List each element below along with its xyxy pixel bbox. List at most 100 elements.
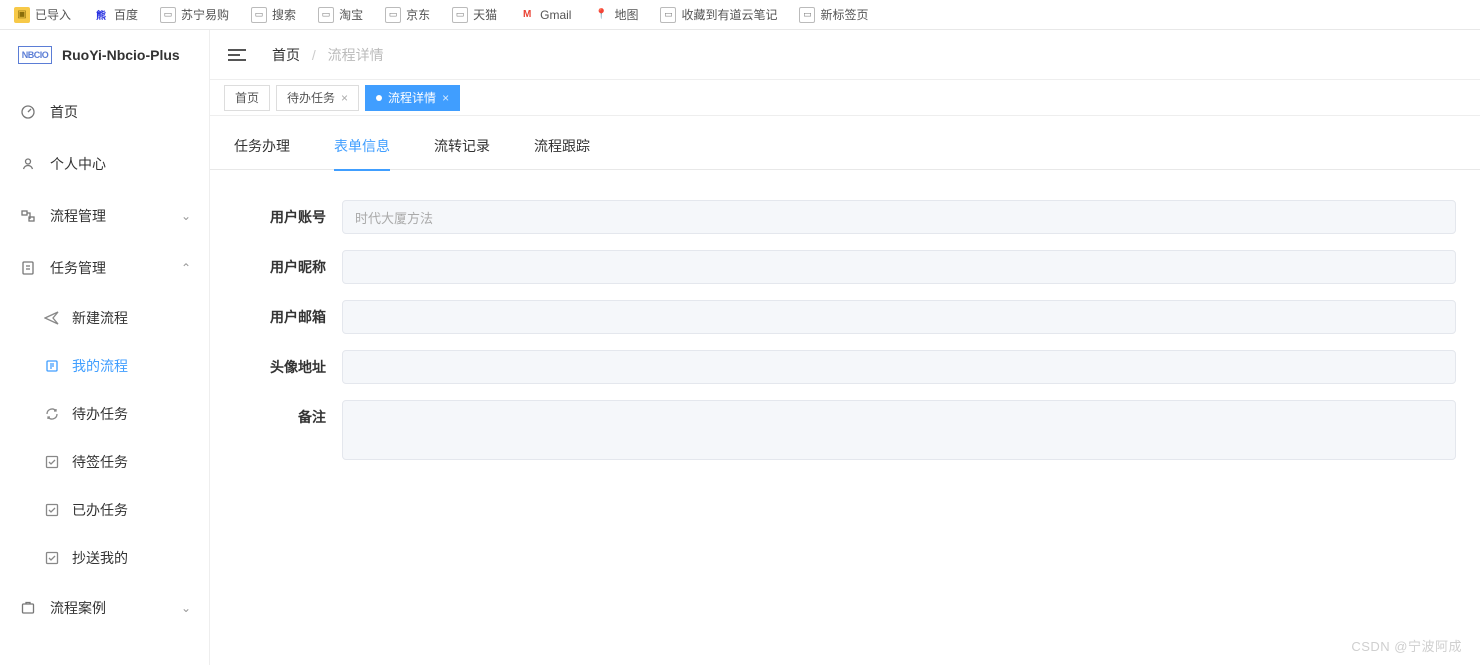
bookmark-label: 收藏到有道云笔记 <box>681 6 777 23</box>
bookmark-item[interactable]: ▭ 收藏到有道云笔记 <box>652 3 785 27</box>
active-dot-icon <box>376 95 382 101</box>
top-nav: 首页 / 流程详情 <box>210 30 1480 80</box>
sidebar-subitem-4[interactable]: 已办任务 <box>0 486 209 534</box>
bookmark-label: 苏宁易购 <box>181 6 229 23</box>
chevron-down-icon: ⌄ <box>181 209 191 223</box>
page-icon: ▭ <box>160 7 176 23</box>
bookmark-item[interactable]: M Gmail <box>511 3 579 27</box>
sidebar-item-label: 首页 <box>50 102 78 122</box>
view-tab-label: 待办任务 <box>287 89 335 106</box>
page-icon: ▭ <box>452 7 468 23</box>
bookmark-label: 天猫 <box>473 6 497 23</box>
page-icon: ▭ <box>799 7 815 23</box>
sidebar-item-0[interactable]: 首页 <box>0 86 209 138</box>
hamburger-icon[interactable] <box>228 45 248 65</box>
maps-icon: 📍 <box>593 7 609 23</box>
sidebar-menu: 首页个人中心流程管理 ⌄ 任务管理 ⌃ 新建流程我的流程待办任务待签任务已办任务抄送我的… <box>0 80 209 665</box>
bookmark-label: 京东 <box>406 6 430 23</box>
sidebar-subitem-3[interactable]: 待签任务 <box>0 438 209 486</box>
breadcrumb-current: 流程详情 <box>328 47 384 63</box>
dashboard-icon <box>20 104 36 120</box>
view-tab-0[interactable]: 首页 <box>224 85 270 111</box>
view-tab-2[interactable]: 流程详情 × <box>365 85 460 111</box>
form-label: 头像地址 <box>234 350 342 384</box>
breadcrumb: 首页 / 流程详情 <box>272 45 384 65</box>
bookmark-item[interactable]: ▭ 京东 <box>377 3 438 27</box>
form-label: 用户邮箱 <box>234 300 342 334</box>
form-row-3: 头像地址 <box>234 350 1456 384</box>
bookmark-item[interactable]: ▭ 新标签页 <box>791 3 876 27</box>
form-input-1[interactable] <box>342 250 1456 284</box>
sidebar-subitem-label: 待签任务 <box>72 452 128 472</box>
page-icon: ▭ <box>318 7 334 23</box>
close-icon[interactable]: × <box>341 91 348 105</box>
form-row-1: 用户昵称 <box>234 250 1456 284</box>
check-icon <box>44 502 60 518</box>
baidu-icon: 熊 <box>93 7 109 23</box>
bookmark-item[interactable]: ▭ 天猫 <box>444 3 505 27</box>
brand-logo-icon: NBCIO <box>18 46 52 64</box>
form-input-0[interactable] <box>342 200 1456 234</box>
bookmark-item[interactable]: 📍 地图 <box>585 3 646 27</box>
browser-bookmark-bar: ▣已导入熊百度▭苏宁易购▭搜索▭淘宝▭京东▭天猫MGmail📍地图▭收藏到有道云… <box>0 0 1480 30</box>
form-label: 备注 <box>234 400 342 434</box>
close-icon[interactable]: × <box>442 91 449 105</box>
sidebar-item-2[interactable]: 流程管理 ⌄ <box>0 190 209 242</box>
inner-tab-2[interactable]: 流转记录 <box>434 134 490 170</box>
bookmark-label: Gmail <box>540 8 571 22</box>
breadcrumb-separator: / <box>312 47 316 63</box>
sidebar-item-3[interactable]: 任务管理 ⌃ <box>0 242 209 294</box>
form-row-0: 用户账号 <box>234 200 1456 234</box>
bookmark-item[interactable]: 熊百度 <box>85 3 146 27</box>
sidebar-item-4[interactable]: 流程案例 ⌄ <box>0 582 209 634</box>
bookmark-label: 地图 <box>614 6 638 23</box>
view-tabs-bar: 首页 待办任务 × 流程详情 × <box>210 80 1480 116</box>
bookmark-label: 新标签页 <box>820 6 868 23</box>
sidebar-subitem-1[interactable]: 我的流程 <box>0 342 209 390</box>
sidebar-item-label: 流程管理 <box>50 206 106 226</box>
send-icon <box>44 310 60 326</box>
main: 首页 / 流程详情 首页待办任务×流程详情× 任务办理表单信息流转记录流程跟踪 … <box>210 30 1480 665</box>
inner-tab-0[interactable]: 任务办理 <box>234 134 290 170</box>
chevron-up-icon: ⌃ <box>181 261 191 275</box>
sidebar-subitem-5[interactable]: 抄送我的 <box>0 534 209 582</box>
breadcrumb-home[interactable]: 首页 <box>272 47 300 63</box>
folder-icon: ▣ <box>14 7 30 23</box>
bookmark-label: 已导入 <box>35 6 71 23</box>
sidebar-item-label: 流程案例 <box>50 598 106 618</box>
view-tab-1[interactable]: 待办任务 × <box>276 85 359 111</box>
bookmark-item[interactable]: ▭ 淘宝 <box>310 3 371 27</box>
check-icon <box>44 550 60 566</box>
gmail-icon: M <box>519 7 535 23</box>
sidebar-subitem-0[interactable]: 新建流程 <box>0 294 209 342</box>
form-input-4[interactable] <box>342 400 1456 460</box>
view-tab-label: 流程详情 <box>388 89 436 106</box>
form-label: 用户昵称 <box>234 250 342 284</box>
sidebar-subitem-label: 我的流程 <box>72 356 128 376</box>
sidebar-subitem-2[interactable]: 待办任务 <box>0 390 209 438</box>
bookmark-item[interactable]: ▭搜索 <box>243 3 304 27</box>
sidebar-subitem-label: 待办任务 <box>72 404 128 424</box>
bookmark-label: 搜索 <box>272 6 296 23</box>
brand-title: RuoYi-Nbcio-Plus <box>62 47 180 63</box>
form-input-2[interactable] <box>342 300 1456 334</box>
sidebar-subitem-label: 已办任务 <box>72 500 128 520</box>
form-input-3[interactable] <box>342 350 1456 384</box>
bookmark-item[interactable]: ▣ 已导入 <box>6 3 79 27</box>
check-icon <box>44 454 60 470</box>
sidebar-item-label: 任务管理 <box>50 258 106 278</box>
page-icon: ▭ <box>385 7 401 23</box>
refresh-icon <box>44 406 60 422</box>
sidebar: NBCIO RuoYi-Nbcio-Plus 首页个人中心流程管理 ⌄ 任务管理 ⌃ 新… <box>0 30 210 665</box>
inner-tab-3[interactable]: 流程跟踪 <box>534 134 590 170</box>
sidebar-item-1[interactable]: 个人中心 <box>0 138 209 190</box>
view-tab-label: 首页 <box>235 89 259 106</box>
flow-icon <box>20 208 36 224</box>
inner-tab-1[interactable]: 表单信息 <box>334 134 390 170</box>
bookmark-label: 淘宝 <box>339 6 363 23</box>
brand[interactable]: NBCIO RuoYi-Nbcio-Plus <box>0 30 209 80</box>
page-icon: ▭ <box>660 7 676 23</box>
chevron-down-icon: ⌄ <box>181 601 191 615</box>
bookmark-item[interactable]: ▭ 苏宁易购 <box>152 3 237 27</box>
sidebar-item-label: 个人中心 <box>50 154 106 174</box>
